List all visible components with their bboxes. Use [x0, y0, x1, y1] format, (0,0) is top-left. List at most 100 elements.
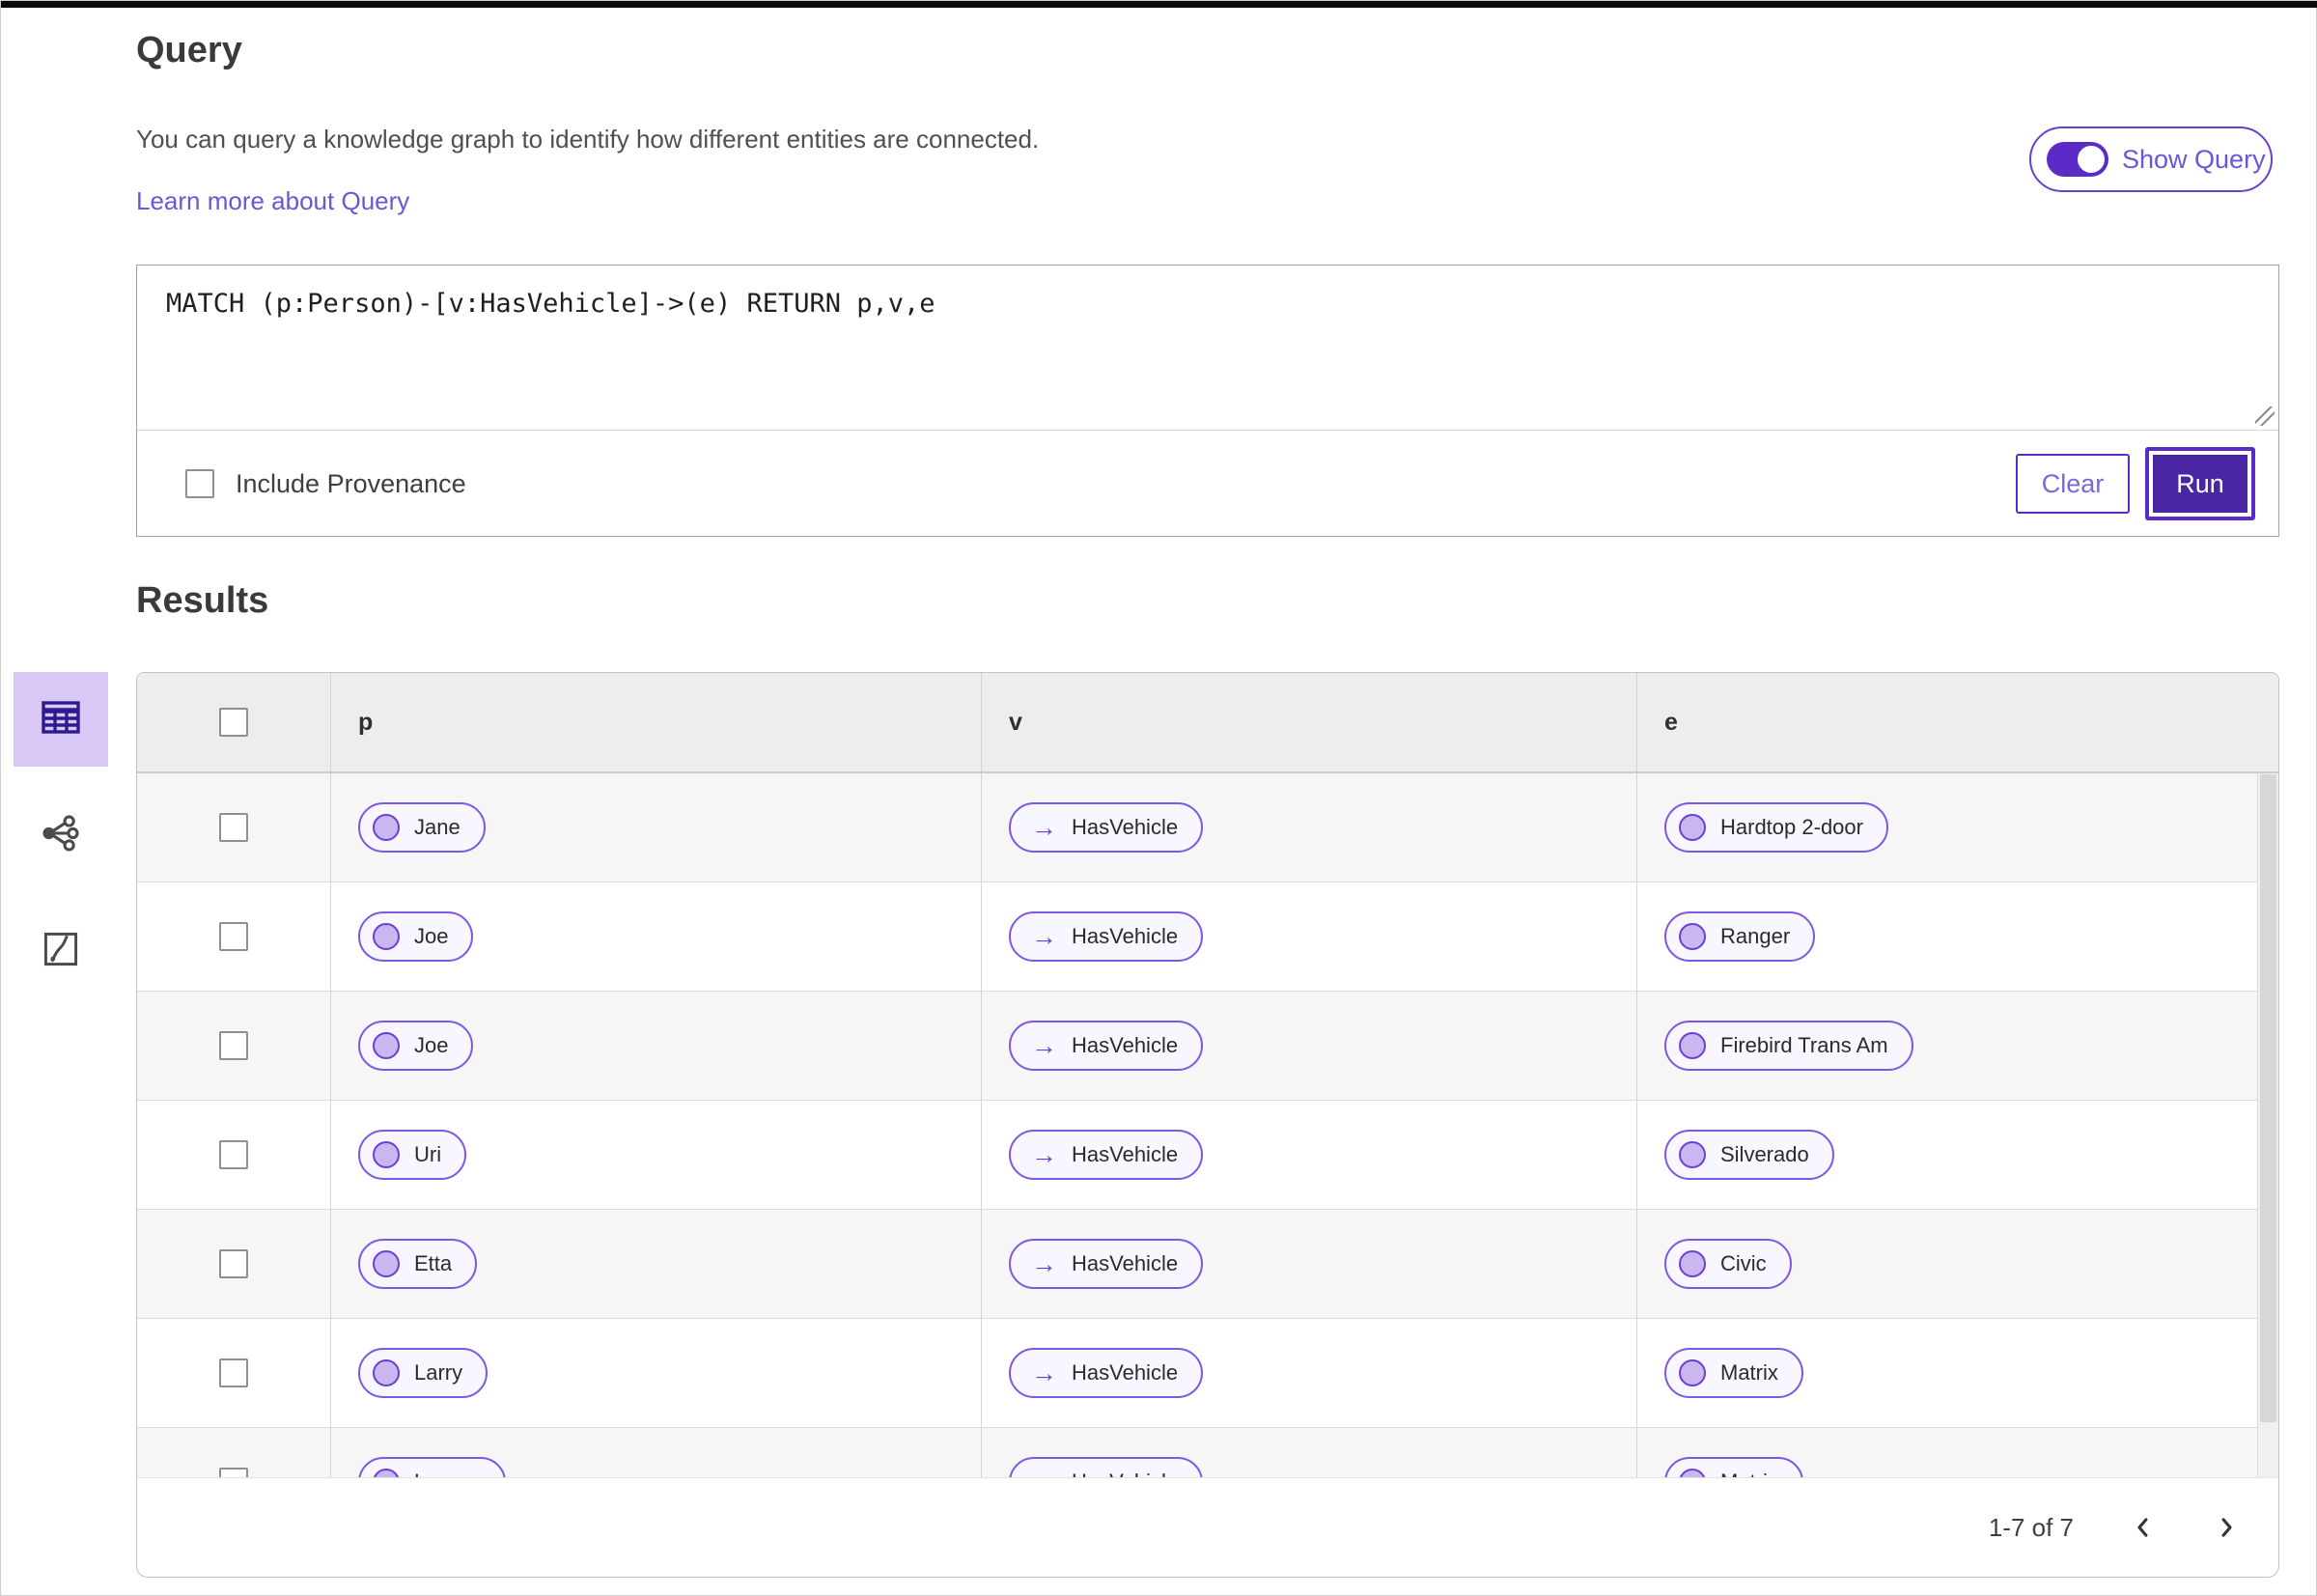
- table-row: Etta → HasVehicle Civic: [137, 1210, 2278, 1319]
- cell-v: → HasVehicle: [981, 992, 1636, 1100]
- edge-pill-v[interactable]: → HasVehicle: [1009, 911, 1204, 962]
- include-provenance-label: Include Provenance: [236, 468, 466, 498]
- scrollbar-thumb[interactable]: [2260, 774, 2276, 1422]
- node-circle-icon: [1679, 1250, 1706, 1277]
- edge-label: HasVehicle: [1072, 1251, 1179, 1275]
- node-pill-p[interactable]: Joe: [358, 1021, 474, 1071]
- node-label: Uri: [414, 1142, 442, 1166]
- show-query-toggle[interactable]: Show Query: [2029, 126, 2273, 192]
- table-row: Uri → HasVehicle Silverado: [137, 1101, 2278, 1210]
- node-circle-icon: [373, 814, 400, 841]
- query-editor[interactable]: MATCH (p:Person)-[v:HasVehicle]->(e) RET…: [137, 266, 2278, 431]
- node-circle-icon: [1679, 923, 1706, 950]
- row-checkbox[interactable]: [219, 1140, 248, 1169]
- cell-p: Etta: [330, 1210, 981, 1318]
- node-label: Civic: [1720, 1251, 1767, 1275]
- edge-pill-v[interactable]: → HasVehicle: [1009, 1239, 1204, 1289]
- row-select-cell: [137, 882, 330, 991]
- table-row: Joe → HasVehicle Firebird Trans Am: [137, 992, 2278, 1101]
- graph-icon: [39, 811, 83, 860]
- edge-pill-v[interactable]: → HasVehicle: [1009, 1457, 1204, 1477]
- edge-pill-v[interactable]: → HasVehicle: [1009, 1348, 1204, 1398]
- learn-more-link[interactable]: Learn more about Query: [136, 186, 409, 216]
- node-circle-icon: [373, 1359, 400, 1386]
- row-select-cell: [137, 1101, 330, 1209]
- node-pill-p[interactable]: Lauren: [358, 1457, 506, 1477]
- previous-page-button[interactable]: [2130, 1514, 2157, 1541]
- node-pill-p[interactable]: Etta: [358, 1239, 478, 1289]
- edge-label: HasVehicle: [1072, 815, 1179, 839]
- edge-pill-v[interactable]: → HasVehicle: [1009, 1130, 1204, 1180]
- edge-label: HasVehicle: [1072, 1470, 1178, 1477]
- resize-handle-icon[interactable]: [2255, 406, 2275, 426]
- node-pill-p[interactable]: Uri: [358, 1130, 467, 1180]
- node-pill-e[interactable]: Ranger: [1664, 911, 1816, 962]
- view-item-map[interactable]: [14, 904, 108, 998]
- column-header-e: e: [1636, 673, 2278, 771]
- row-checkbox[interactable]: [219, 1468, 248, 1477]
- node-circle-icon: [1679, 814, 1706, 841]
- results-table: p v e Jane → HasVehicle Hardtop 2-door J…: [136, 672, 2279, 1578]
- node-label: Silverado: [1720, 1142, 1809, 1166]
- cell-e: Silverado: [1636, 1101, 2278, 1209]
- edge-pill-v[interactable]: → HasVehicle: [1009, 1021, 1204, 1071]
- node-label: Matrix: [1720, 1470, 1778, 1477]
- node-circle-icon: [1679, 1469, 1706, 1477]
- cell-p: Lauren: [330, 1428, 981, 1477]
- node-pill-p[interactable]: Jane: [358, 802, 486, 853]
- toggle-switch-icon[interactable]: [2047, 142, 2108, 177]
- table-scrollbar[interactable]: [2257, 773, 2278, 1477]
- table-row: Lauren → HasVehicle Matrix: [137, 1428, 2278, 1477]
- include-provenance-checkbox[interactable]: [185, 469, 214, 498]
- node-circle-icon: [373, 1032, 400, 1059]
- node-pill-e[interactable]: Matrix: [1664, 1457, 1803, 1477]
- clear-button[interactable]: Clear: [2016, 454, 2130, 514]
- chevron-left-icon: [2137, 1518, 2148, 1537]
- next-page-button[interactable]: [2213, 1514, 2240, 1541]
- node-label: Joe: [414, 924, 449, 948]
- node-label: Joe: [414, 1033, 449, 1057]
- node-pill-e[interactable]: Hardtop 2-door: [1664, 802, 1888, 853]
- node-pill-e[interactable]: Silverado: [1664, 1130, 1834, 1180]
- results-title: Results: [136, 580, 269, 621]
- node-label: Etta: [414, 1251, 453, 1275]
- view-item-table[interactable]: [14, 672, 108, 767]
- row-checkbox[interactable]: [219, 1358, 248, 1387]
- run-button[interactable]: Run: [2145, 447, 2255, 520]
- node-label: Jane: [414, 815, 461, 839]
- edge-label: HasVehicle: [1072, 1033, 1179, 1057]
- node-pill-e[interactable]: Matrix: [1664, 1348, 1803, 1398]
- node-circle-icon: [373, 923, 400, 950]
- query-panel: MATCH (p:Person)-[v:HasVehicle]->(e) RET…: [136, 265, 2279, 537]
- arrow-right-icon: →: [1031, 812, 1057, 842]
- page-title: Query: [136, 30, 242, 70]
- edge-label: HasVehicle: [1072, 1360, 1179, 1385]
- row-checkbox[interactable]: [219, 813, 248, 842]
- arrow-right-icon: →: [1031, 1139, 1057, 1169]
- node-circle-icon: [373, 1469, 400, 1477]
- node-label: Firebird Trans Am: [1720, 1033, 1888, 1057]
- query-text[interactable]: MATCH (p:Person)-[v:HasVehicle]->(e) RET…: [137, 266, 2278, 342]
- node-pill-p[interactable]: Larry: [358, 1348, 489, 1398]
- table-body: Jane → HasVehicle Hardtop 2-door Joe → H…: [137, 773, 2278, 1477]
- edge-pill-v[interactable]: → HasVehicle: [1009, 802, 1204, 853]
- row-checkbox[interactable]: [219, 1249, 248, 1278]
- row-checkbox[interactable]: [219, 922, 248, 951]
- cell-p: Jane: [330, 773, 981, 882]
- row-checkbox[interactable]: [219, 1031, 248, 1060]
- cell-p: Larry: [330, 1319, 981, 1427]
- select-all-checkbox[interactable]: [219, 708, 248, 737]
- node-pill-e[interactable]: Civic: [1664, 1239, 1792, 1289]
- node-pill-e[interactable]: Firebird Trans Am: [1664, 1021, 1913, 1071]
- cell-v: → HasVehicle: [981, 773, 1636, 882]
- table-row: Larry → HasVehicle Matrix: [137, 1319, 2278, 1428]
- cell-e: Hardtop 2-door: [1636, 773, 2278, 882]
- node-circle-icon: [373, 1141, 400, 1168]
- header-select-cell: [137, 673, 330, 771]
- column-header-v: v: [981, 673, 1636, 771]
- view-item-graph[interactable]: [14, 788, 108, 882]
- node-label: Hardtop 2-door: [1720, 815, 1863, 839]
- toggle-knob: [2076, 144, 2107, 175]
- node-pill-p[interactable]: Joe: [358, 911, 474, 962]
- query-panel-footer: Include Provenance Clear Run: [137, 431, 2278, 537]
